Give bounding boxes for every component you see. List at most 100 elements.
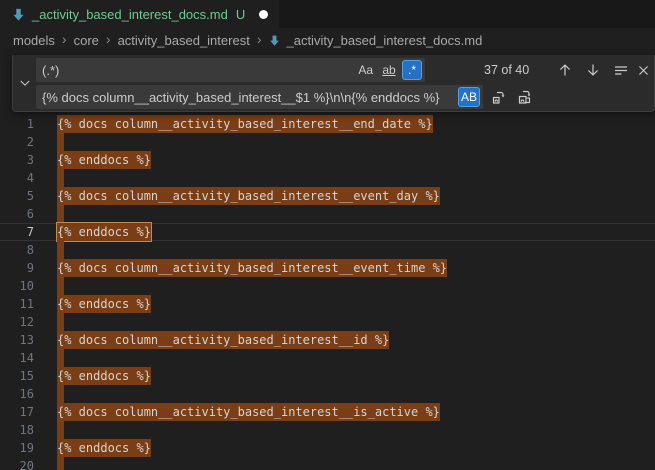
find-toggles: Aa ab .* [355, 60, 422, 80]
line-number[interactable]: 1 [0, 115, 34, 133]
arrow-down-icon [585, 62, 601, 78]
empty-line-match-highlight [57, 169, 64, 187]
code-text: {% enddocs %} [57, 151, 151, 169]
code-text: {% enddocs %} [57, 367, 151, 385]
empty-line-match-highlight [57, 421, 64, 439]
code-line[interactable]: 16 [0, 385, 655, 403]
chevron-right-icon: › [106, 32, 111, 46]
code-text: {% docs column__activity_based_interest_… [57, 259, 447, 277]
empty-line-match-highlight [57, 133, 64, 151]
vscode-window: _activity_based_interest_docs.md U model… [0, 0, 655, 470]
empty-line-match-highlight [57, 241, 64, 259]
previous-match-button[interactable] [554, 59, 576, 81]
find-replace-widget: Aa ab .* 37 of 40 [12, 55, 655, 112]
breadcrumb-item-file[interactable]: _activity_based_interest_docs.md [268, 33, 482, 48]
line-number[interactable]: 4 [0, 169, 34, 187]
line-number[interactable]: 8 [0, 241, 34, 259]
replace-input-box: AB [36, 85, 483, 109]
unsaved-dot-icon[interactable] [259, 10, 268, 19]
code-text: {% docs column__activity_based_interest_… [57, 187, 440, 205]
next-match-button[interactable] [582, 59, 604, 81]
line-number[interactable]: 3 [0, 151, 34, 169]
line-number[interactable]: 14 [0, 349, 34, 367]
match-case-toggle[interactable]: Aa [355, 60, 376, 80]
replace-all-button[interactable] [514, 86, 536, 108]
breadcrumb: models › core › activity_based_interest … [0, 28, 655, 52]
git-status-badge: U [236, 7, 245, 22]
chevron-down-icon [18, 76, 32, 90]
close-find-widget-button[interactable] [632, 59, 654, 81]
code-line[interactable]: 2 [0, 133, 655, 151]
line-number[interactable]: 6 [0, 205, 34, 223]
empty-line-match-highlight [57, 457, 64, 470]
empty-line-match-highlight [57, 385, 64, 403]
selection-lines-icon [613, 62, 629, 78]
close-icon [636, 63, 651, 78]
line-number[interactable]: 5 [0, 187, 34, 205]
empty-line-match-highlight [57, 277, 64, 295]
replace-icon [491, 89, 507, 105]
code-line[interactable]: 11 {% enddocs %} [0, 295, 655, 313]
line-number[interactable]: 16 [0, 385, 34, 403]
code-text: {% docs column__activity_based_interest_… [57, 115, 433, 133]
find-in-selection-button[interactable] [610, 59, 632, 81]
code-line[interactable]: 10 [0, 277, 655, 295]
line-number[interactable]: 20 [0, 457, 34, 470]
line-number[interactable]: 10 [0, 277, 34, 295]
code-line[interactable]: 9 {% docs column__activity_based_interest… [0, 259, 655, 277]
code-lines: 1 {% docs column__activity_based_interest… [0, 115, 655, 470]
empty-line-match-highlight [57, 205, 64, 223]
replace-all-icon [517, 89, 533, 105]
tab-filename: _activity_based_interest_docs.md [32, 7, 228, 22]
line-number[interactable]: 19 [0, 439, 34, 457]
line-number[interactable]: 15 [0, 367, 34, 385]
markdown-file-icon [11, 7, 26, 22]
empty-line-match-highlight [57, 349, 64, 367]
code-line[interactable]: 18 [0, 421, 655, 439]
line-number[interactable]: 9 [0, 259, 34, 277]
breadcrumb-item-folder[interactable]: activity_based_interest [118, 33, 250, 48]
code-line[interactable]: 19 {% enddocs %} [0, 439, 655, 457]
breadcrumb-item-models[interactable]: models [13, 33, 55, 48]
markdown-file-icon [268, 34, 281, 47]
line-number[interactable]: 2 [0, 133, 34, 151]
line-number[interactable]: 18 [0, 421, 34, 439]
breadcrumb-filename: _activity_based_interest_docs.md [286, 33, 482, 48]
breadcrumb-item-core[interactable]: core [74, 33, 99, 48]
regex-toggle[interactable]: .* [402, 60, 422, 80]
code-text: {% enddocs %} [57, 295, 151, 313]
matches-count: 37 of 40 [484, 55, 529, 85]
code-line[interactable]: 8 [0, 241, 655, 259]
code-line[interactable]: 12 [0, 313, 655, 331]
chevron-right-icon: › [62, 32, 67, 46]
code-text: {% enddocs %} [57, 439, 151, 457]
code-line[interactable]: 3 {% enddocs %} [0, 151, 655, 169]
code-line[interactable]: 4 [0, 169, 655, 187]
editor-tab[interactable]: _activity_based_interest_docs.md U [0, 0, 279, 28]
code-line[interactable]: 7 {% enddocs %} [0, 223, 655, 241]
code-line[interactable]: 20 [0, 457, 655, 470]
line-number[interactable]: 12 [0, 313, 34, 331]
whole-word-label: ab [382, 63, 395, 77]
toggle-replace-button[interactable] [13, 55, 36, 110]
code-text: {% docs column__activity_based_interest_… [57, 403, 440, 421]
current-find-match: {% enddocs %} [57, 223, 151, 241]
code-line[interactable]: 1 {% docs column__activity_based_interest… [0, 115, 655, 133]
line-number[interactable]: 11 [0, 295, 34, 313]
replace-button[interactable] [488, 86, 510, 108]
code-line[interactable]: 13{% docs column__activity_based_interes… [0, 331, 655, 349]
code-line[interactable]: 14 [0, 349, 655, 367]
tab-bar: _activity_based_interest_docs.md U [0, 0, 655, 28]
line-number[interactable]: 13 [0, 331, 34, 349]
line-number[interactable]: 17 [0, 403, 34, 421]
line-number[interactable]: 7 [0, 223, 34, 241]
whole-word-toggle[interactable]: ab [379, 60, 399, 80]
preserve-case-toggle[interactable]: AB [458, 87, 480, 107]
code-line[interactable]: 5 {% docs column__activity_based_interest… [0, 187, 655, 205]
code-line[interactable]: 15 {% enddocs %} [0, 367, 655, 385]
code-line[interactable]: 17 {% docs column__activity_based_interes… [0, 403, 655, 421]
replace-input[interactable] [36, 85, 483, 109]
code-line[interactable]: 6 [0, 205, 655, 223]
code-editor[interactable]: 1 {% docs column__activity_based_interest… [0, 52, 655, 470]
chevron-right-icon: › [257, 32, 262, 46]
